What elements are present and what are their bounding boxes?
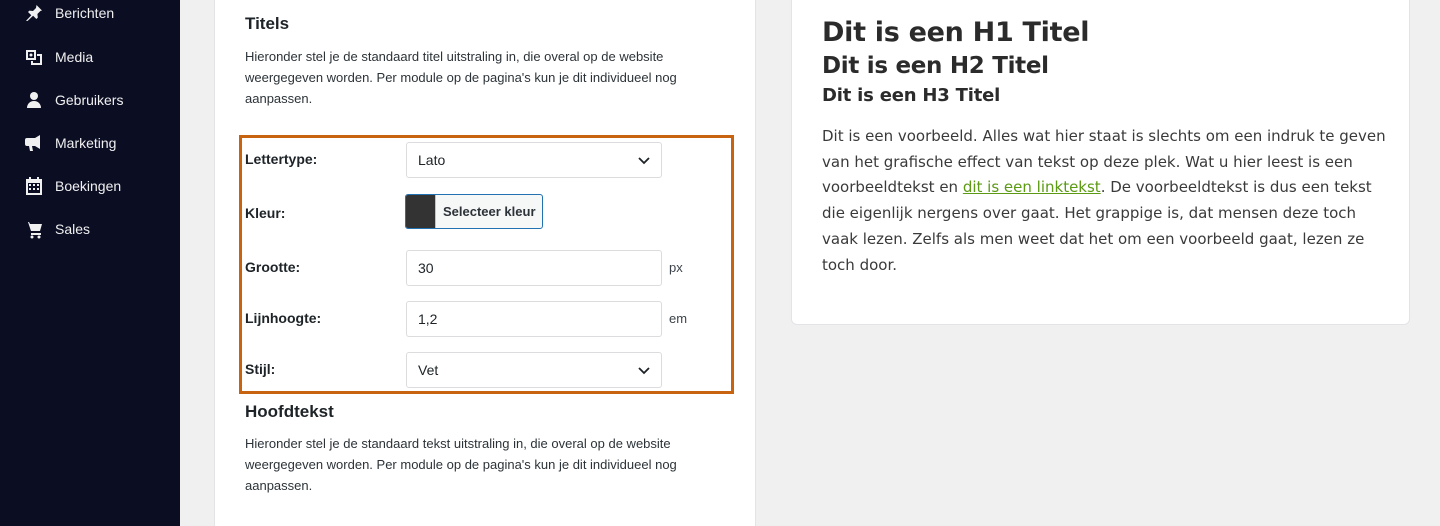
typography-preview-panel: Dit is een H1 Titel Dit is een H2 Titel … [791,0,1410,325]
sidebar-item-gebruikers[interactable]: Gebruikers [22,88,123,112]
color-swatch [406,195,436,228]
preview-h1: Dit is een H1 Titel [822,17,1090,48]
pin-icon [22,1,46,25]
style-select-value: Vet [418,362,439,378]
lineheight-label: Lijnhoogte: [245,310,322,326]
sidebar-item-label: Sales [55,221,91,237]
sidebar-item-marketing[interactable]: Marketing [22,131,116,155]
sidebar-item-label: Marketing [55,135,117,151]
sidebar-item-label: Boekingen [55,178,122,194]
hoofdtekst-heading: Hoofdtekst [245,402,334,421]
preview-h3: Dit is een H3 Titel [822,85,1001,106]
style-select[interactable]: Vet [406,352,662,388]
color-picker-button[interactable]: Selecteer kleur [405,194,543,229]
cart-icon [22,217,46,241]
admin-sidebar: Berichten Media Gebruikers Marketing Boe… [0,0,180,526]
preview-link[interactable]: dit is een linktekst [963,178,1101,196]
font-select-value: Lato [418,152,446,168]
megaphone-icon [22,131,46,155]
size-label: Grootte: [245,259,301,275]
calendar-icon [22,174,46,198]
preview-h2: Dit is een H2 Titel [822,53,1049,79]
user-icon [22,88,46,112]
sidebar-item-boekingen[interactable]: Boekingen [22,174,121,198]
sidebar-item-label: Berichten [55,5,115,21]
lineheight-input[interactable]: 1,2 [406,301,662,337]
style-label: Stijl: [245,361,276,377]
hoofdtekst-description: Hieronder stel je de standaard tekst uit… [245,436,677,493]
preview-paragraph: Dit is een voorbeeld. Alles wat hier sta… [822,124,1387,278]
color-label: Kleur: [245,205,286,221]
typography-settings-panel: Titels Hieronder stel je de standaard ti… [214,0,756,526]
sidebar-item-label: Media [55,49,94,65]
chevron-down-icon [638,157,650,165]
color-picker-label: Selecteer kleur [443,204,536,219]
sidebar-item-berichten[interactable]: Berichten [22,1,114,25]
sidebar-item-media[interactable]: Media [22,45,93,69]
lineheight-unit: em [669,311,688,326]
font-select[interactable]: Lato [406,142,662,178]
font-label: Lettertype: [245,151,318,167]
media-icon [22,45,46,69]
sidebar-item-label: Gebruikers [55,92,124,108]
titels-description: Hieronder stel je de standaard titel uit… [245,49,677,106]
sidebar-item-sales[interactable]: Sales [22,217,90,241]
size-unit: px [669,260,683,275]
chevron-down-icon [638,367,650,375]
size-input[interactable]: 30 [406,250,662,286]
titels-heading: Titels [245,14,290,33]
